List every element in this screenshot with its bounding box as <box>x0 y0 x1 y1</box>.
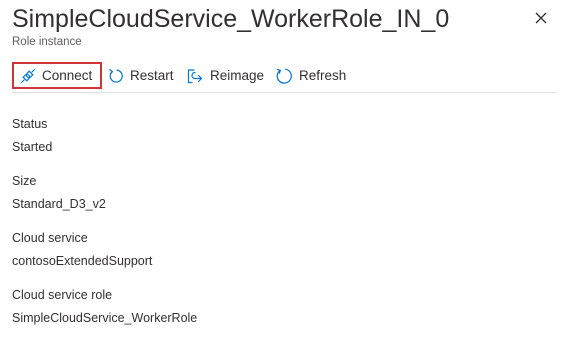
plug-connect-icon <box>20 68 36 83</box>
size-label: Size <box>12 174 37 188</box>
close-icon <box>535 12 547 24</box>
restart-button[interactable]: Restart <box>108 62 174 89</box>
cloud-service-value: contosoExtendedSupport <box>12 254 153 268</box>
cloud-service-role-value: SimpleCloudService_WorkerRole <box>12 311 198 325</box>
cloud-service-role-label: Cloud service role <box>12 288 113 302</box>
size-value: Standard_D3_v2 <box>12 197 106 211</box>
close-button[interactable] <box>533 10 549 26</box>
reimage-icon <box>187 68 203 83</box>
connect-label: Connect <box>42 68 93 83</box>
status-label: Status <box>12 117 48 131</box>
connect-button[interactable]: Connect <box>12 62 102 89</box>
status-value: Started <box>12 140 53 154</box>
command-bar: Connect Restart Reimage Refresh <box>12 62 556 93</box>
restart-label: Restart <box>130 68 174 83</box>
reimage-label: Reimage <box>210 68 265 83</box>
restart-icon <box>109 68 123 83</box>
cloud-service-label: Cloud service <box>12 231 88 245</box>
refresh-button[interactable]: Refresh <box>275 62 346 89</box>
page-subtitle: Role instance <box>12 36 82 48</box>
refresh-label: Refresh <box>299 68 347 83</box>
refresh-icon <box>276 68 292 84</box>
page-title: SimpleCloudService_WorkerRole_IN_0 <box>12 5 450 33</box>
reimage-button[interactable]: Reimage <box>186 62 264 89</box>
